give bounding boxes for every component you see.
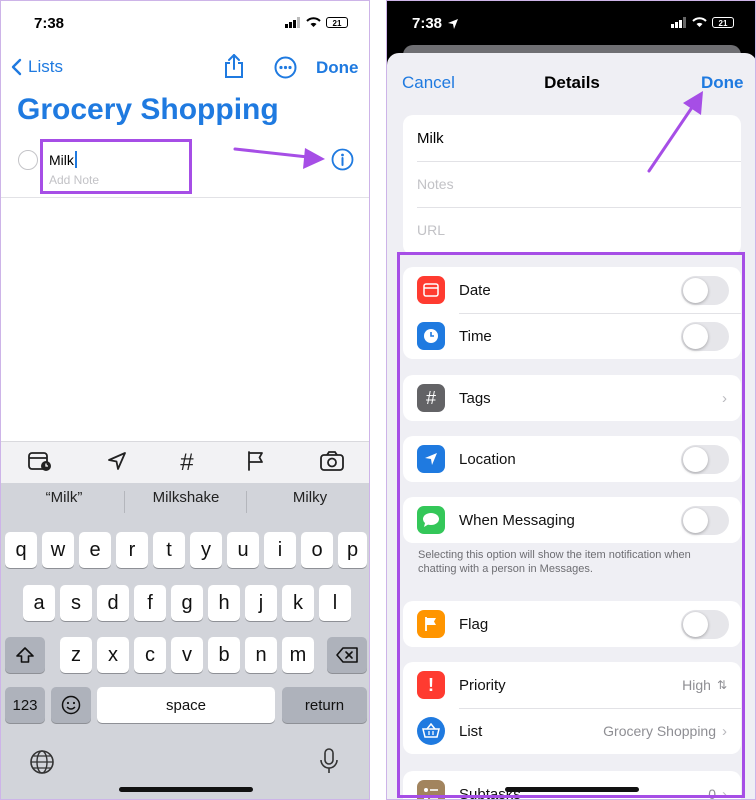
suggestion-divider [246, 491, 247, 513]
key-h[interactable]: h [208, 585, 240, 621]
item-separator [1, 197, 369, 198]
key-l[interactable]: l [319, 585, 351, 621]
globe-button[interactable] [29, 749, 55, 780]
key-x[interactable]: x [97, 637, 129, 673]
ellipsis-circle-icon [274, 56, 297, 79]
arrow-annotation [233, 147, 325, 169]
flag-button[interactable] [246, 450, 266, 477]
key-p[interactable]: p [338, 532, 367, 568]
suggestion-2[interactable]: Milkshake [131, 489, 241, 506]
status-icons: 21 [671, 17, 734, 28]
delete-key[interactable] [327, 637, 367, 673]
key-o[interactable]: o [301, 532, 333, 568]
options-highlight-box [397, 252, 745, 798]
globe-icon [30, 750, 54, 774]
arrow-annotation [647, 91, 703, 173]
info-circle-icon [331, 148, 354, 171]
field-separator [417, 207, 741, 208]
key-a[interactable]: a [23, 585, 55, 621]
emoji-icon [61, 695, 81, 715]
space-key[interactable]: space [97, 687, 275, 723]
chevron-left-icon [11, 58, 22, 76]
suggestion-3[interactable]: Milky [255, 489, 365, 506]
wifi-icon [692, 17, 707, 27]
hashtag-icon[interactable]: # [180, 449, 193, 477]
key-c[interactable]: c [134, 637, 166, 673]
home-indicator [119, 787, 253, 792]
notes-field[interactable]: Notes [417, 176, 454, 192]
signal-icon [671, 17, 686, 28]
title-field[interactable]: Milk [417, 130, 444, 147]
key-u[interactable]: u [227, 532, 259, 568]
flag-icon [248, 450, 264, 471]
backspace-icon [336, 647, 358, 663]
key-e[interactable]: e [79, 532, 111, 568]
more-button[interactable] [274, 56, 297, 84]
list-title: Grocery Shopping [17, 93, 279, 126]
key-v[interactable]: v [171, 637, 203, 673]
info-button[interactable] [331, 148, 354, 176]
key-r[interactable]: r [116, 532, 148, 568]
status-time: 7:38 [34, 15, 65, 32]
location-arrow-icon [107, 451, 126, 470]
dictation-button[interactable] [319, 747, 339, 780]
battery-indicator: 21 [712, 17, 734, 28]
numbers-key[interactable]: 123 [5, 687, 45, 723]
key-k[interactable]: k [282, 585, 314, 621]
key-g[interactable]: g [171, 585, 203, 621]
camera-button[interactable] [319, 450, 345, 477]
status-time: 7:38 [412, 15, 443, 32]
key-y[interactable]: y [190, 532, 222, 568]
signal-icon [285, 17, 300, 28]
quick-toolbar: # [1, 441, 369, 484]
add-note-placeholder[interactable]: Add Note [49, 173, 99, 187]
status-bar-time: 7:38 [412, 15, 459, 32]
key-f[interactable]: f [134, 585, 166, 621]
location-button[interactable] [106, 450, 128, 477]
cancel-button[interactable]: Cancel [402, 73, 455, 93]
suggestion-divider [124, 491, 125, 513]
camera-icon [319, 450, 344, 471]
microphone-icon [320, 748, 338, 773]
shift-key[interactable] [5, 637, 45, 673]
key-i[interactable]: i [264, 532, 296, 568]
battery-indicator: 21 [326, 17, 348, 28]
emoji-key[interactable] [51, 687, 91, 723]
url-field[interactable]: URL [417, 222, 445, 238]
suggestion-1[interactable]: “Milk” [9, 489, 119, 506]
status-icons: 21 [285, 17, 348, 28]
done-button[interactable]: Done [316, 58, 359, 78]
shift-icon [16, 647, 34, 663]
key-n[interactable]: n [245, 637, 277, 673]
item-title-input[interactable]: Milk [49, 151, 77, 168]
right-screen: 7:38 21 Cancel Details Done Milk Notes U… [386, 0, 756, 800]
key-w[interactable]: w [42, 532, 74, 568]
return-key[interactable]: return [282, 687, 367, 723]
share-icon [225, 54, 243, 78]
text-cursor [74, 151, 77, 168]
left-screen: 7:38 21 Lists Done Grocery Shopping Milk… [0, 0, 370, 800]
key-d[interactable]: d [97, 585, 129, 621]
key-z[interactable]: z [60, 637, 92, 673]
home-indicator [505, 787, 639, 792]
calendar-clock-button[interactable] [27, 450, 53, 477]
key-j[interactable]: j [245, 585, 277, 621]
back-label: Lists [28, 57, 63, 76]
back-button[interactable]: Lists [11, 57, 63, 77]
location-services-icon [448, 18, 459, 29]
key-s[interactable]: s [60, 585, 92, 621]
key-b[interactable]: b [208, 637, 240, 673]
key-t[interactable]: t [153, 532, 185, 568]
completion-circle[interactable] [18, 150, 38, 170]
key-m[interactable]: m [282, 637, 314, 673]
share-button[interactable] [223, 53, 245, 84]
calendar-clock-icon [28, 451, 52, 471]
key-q[interactable]: q [5, 532, 37, 568]
item-title: Milk [49, 151, 74, 168]
wifi-icon [306, 17, 321, 27]
